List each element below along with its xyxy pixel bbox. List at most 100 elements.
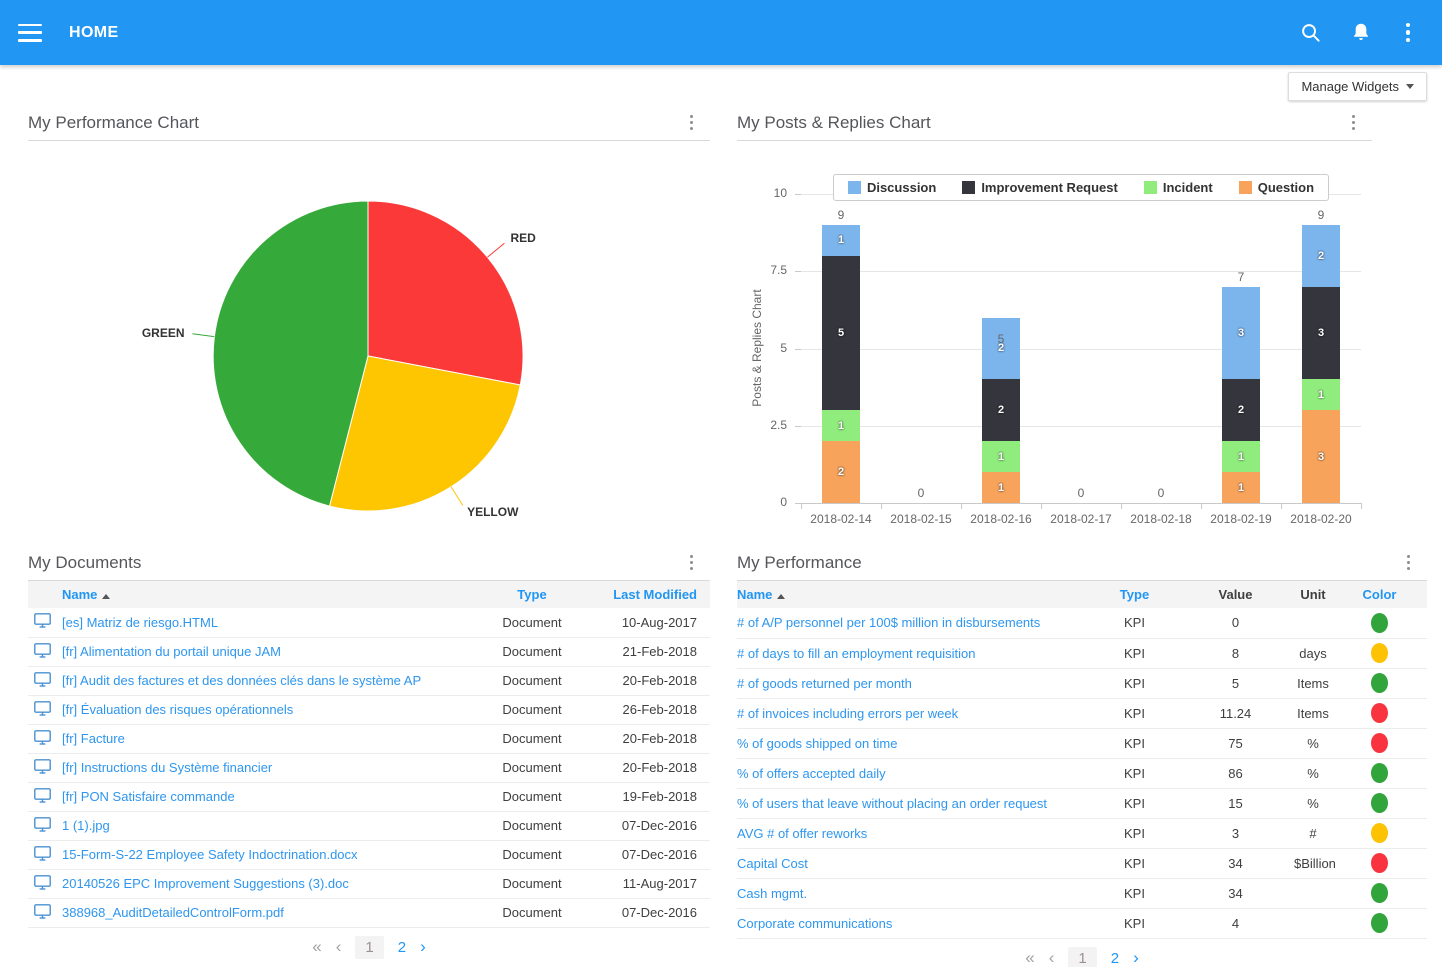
bar-segment-improvement-request[interactable]: 5 bbox=[822, 256, 860, 411]
document-link[interactable]: 15-Form-S-22 Employee Safety Indoctrinat… bbox=[62, 847, 462, 862]
bar-segment-improvement-request[interactable]: 3 bbox=[1302, 287, 1340, 380]
kpi-status-dot bbox=[1371, 823, 1388, 843]
legend-label: Question bbox=[1258, 180, 1314, 195]
document-link[interactable]: [fr] PON Satisfaire commande bbox=[62, 789, 462, 804]
column-header-last-modified[interactable]: Last Modified bbox=[602, 581, 710, 608]
search-icon[interactable] bbox=[1299, 21, 1322, 44]
kpi-status-dot bbox=[1371, 883, 1388, 903]
notifications-bell-icon[interactable] bbox=[1350, 21, 1372, 44]
column-header-name[interactable]: Name bbox=[62, 581, 462, 608]
next-page-button[interactable]: › bbox=[1133, 948, 1139, 967]
bar-value-label: 1 bbox=[838, 234, 844, 246]
kpi-value: 34 bbox=[1177, 848, 1294, 878]
document-link[interactable]: 388968_AuditDetailedControlForm.pdf bbox=[62, 905, 462, 920]
legend-item-incident[interactable]: Incident bbox=[1144, 180, 1213, 195]
bar-segment-incident[interactable]: 1 bbox=[822, 410, 860, 441]
bar-total-label: 0 bbox=[1041, 486, 1121, 500]
kpi-link[interactable]: # of A/P personnel per 100$ million in d… bbox=[737, 615, 1092, 630]
document-monitor-icon bbox=[34, 904, 51, 919]
document-link[interactable]: [es] Matriz de riesgo.HTML bbox=[62, 615, 462, 630]
bar-segment-improvement-request[interactable]: 2 bbox=[1222, 379, 1260, 441]
bar-segment-incident[interactable]: 1 bbox=[1302, 379, 1340, 410]
kpi-link[interactable]: % of goods shipped on time bbox=[737, 736, 1092, 751]
widget-kebab-menu-icon[interactable] bbox=[685, 552, 699, 574]
overflow-menu-icon[interactable] bbox=[1400, 21, 1417, 45]
document-monitor-icon bbox=[34, 875, 51, 890]
table-row: 1 (1).jpg Document 07-Dec-2016 bbox=[28, 811, 710, 840]
bar-value-label: 1 bbox=[838, 420, 844, 432]
page-2-button[interactable]: 2 bbox=[398, 939, 406, 956]
column-header-name[interactable]: Name bbox=[737, 581, 1092, 608]
bar-segment-question[interactable]: 2 bbox=[822, 441, 860, 503]
bar-segment-incident[interactable]: 1 bbox=[982, 441, 1020, 472]
bar-segment-improvement-request[interactable]: 2 bbox=[982, 379, 1020, 441]
kpi-unit bbox=[1294, 878, 1332, 908]
document-link[interactable]: [fr] Instructions du Système financier bbox=[62, 760, 462, 775]
document-monitor-icon bbox=[34, 759, 51, 774]
kpi-link[interactable]: AVG # of offer reworks bbox=[737, 826, 1092, 841]
kpi-link[interactable]: # of goods returned per month bbox=[737, 676, 1092, 691]
y-axis-tick-label: 0 bbox=[737, 495, 787, 509]
legend-item-question[interactable]: Question bbox=[1239, 180, 1314, 195]
bar-segment-incident[interactable]: 1 bbox=[1222, 441, 1260, 472]
document-link[interactable]: [fr] Alimentation du portail unique JAM bbox=[62, 644, 462, 659]
page-1-button[interactable]: 1 bbox=[1068, 947, 1096, 967]
column-header-type[interactable]: Type bbox=[1092, 581, 1177, 608]
bar-segment-discussion[interactable]: 2 bbox=[982, 318, 1020, 380]
kpi-link[interactable]: # of days to fill an employment requisit… bbox=[737, 646, 1092, 661]
bar-segment-question[interactable]: 3 bbox=[1302, 410, 1340, 503]
widget-kebab-menu-icon[interactable] bbox=[685, 112, 699, 134]
document-link[interactable]: 20140526 EPC Improvement Suggestions (3)… bbox=[62, 876, 462, 891]
page-2-button[interactable]: 2 bbox=[1111, 950, 1119, 967]
caret-down-icon bbox=[1406, 84, 1414, 89]
kpi-link[interactable]: Cash mgmt. bbox=[737, 886, 1092, 901]
kpi-link[interactable]: % of offers accepted daily bbox=[737, 766, 1092, 781]
next-page-button[interactable]: › bbox=[420, 937, 426, 957]
kpi-link[interactable]: # of invoices including errors per week bbox=[737, 706, 1092, 721]
table-row: Corporate communications KPI 4 bbox=[737, 908, 1427, 938]
document-link[interactable]: [fr] Audit des factures et des données c… bbox=[62, 673, 462, 688]
bar-segment-discussion[interactable]: 3 bbox=[1222, 287, 1260, 380]
kpi-link[interactable]: Corporate communications bbox=[737, 916, 1092, 931]
manage-widgets-button[interactable]: Manage Widgets bbox=[1288, 72, 1427, 101]
column-header-unit: Unit bbox=[1294, 581, 1332, 608]
widget-kebab-menu-icon[interactable] bbox=[1402, 552, 1416, 574]
pie-slice-red[interactable] bbox=[368, 201, 523, 385]
document-link[interactable]: [fr] Facture bbox=[62, 731, 462, 746]
bar-segment-question[interactable]: 1 bbox=[982, 472, 1020, 503]
column-header-type[interactable]: Type bbox=[462, 581, 602, 608]
x-axis-line bbox=[801, 503, 1361, 504]
kpi-type: KPI bbox=[1092, 878, 1177, 908]
legend-item-discussion[interactable]: Discussion bbox=[848, 180, 936, 195]
column-header-color[interactable]: Color bbox=[1332, 581, 1427, 608]
kpi-value: 15 bbox=[1177, 788, 1294, 818]
legend-item-improvement-request[interactable]: Improvement Request bbox=[962, 180, 1118, 195]
document-type: Document bbox=[462, 869, 602, 898]
bar-segment-discussion[interactable]: 1 bbox=[822, 225, 860, 256]
document-last-modified: 07-Dec-2016 bbox=[602, 811, 710, 840]
table-row: # of invoices including errors per week … bbox=[737, 698, 1427, 728]
kpi-unit bbox=[1294, 608, 1332, 638]
document-link[interactable]: 1 (1).jpg bbox=[62, 818, 462, 833]
x-axis-tick bbox=[1121, 503, 1122, 509]
menu-icon[interactable] bbox=[18, 24, 42, 42]
document-last-modified: 19-Feb-2018 bbox=[602, 782, 710, 811]
table-row: 388968_AuditDetailedControlForm.pdf Docu… bbox=[28, 898, 710, 927]
first-page-button[interactable]: « bbox=[312, 937, 321, 957]
bar-segment-discussion[interactable]: 2 bbox=[1302, 225, 1340, 287]
previous-page-button[interactable]: ‹ bbox=[336, 937, 342, 957]
kpi-unit: % bbox=[1294, 788, 1332, 818]
x-axis-label: 2018-02-16 bbox=[961, 512, 1041, 526]
x-axis-label: 2018-02-19 bbox=[1201, 512, 1281, 526]
widget-kebab-menu-icon[interactable] bbox=[1347, 112, 1361, 134]
document-link[interactable]: [fr] Évaluation des risques opérationnel… bbox=[62, 702, 462, 717]
chart-legend: Discussion Improvement Request Incident Que… bbox=[833, 174, 1329, 201]
document-monitor-icon bbox=[34, 730, 51, 745]
first-page-button[interactable]: « bbox=[1025, 948, 1034, 967]
kpi-link[interactable]: % of users that leave without placing an… bbox=[737, 796, 1092, 811]
bar-segment-question[interactable]: 1 bbox=[1222, 472, 1260, 503]
kpi-value: 8 bbox=[1177, 638, 1294, 668]
previous-page-button[interactable]: ‹ bbox=[1049, 948, 1055, 967]
page-1-button[interactable]: 1 bbox=[355, 936, 383, 959]
kpi-link[interactable]: Capital Cost bbox=[737, 856, 1092, 871]
